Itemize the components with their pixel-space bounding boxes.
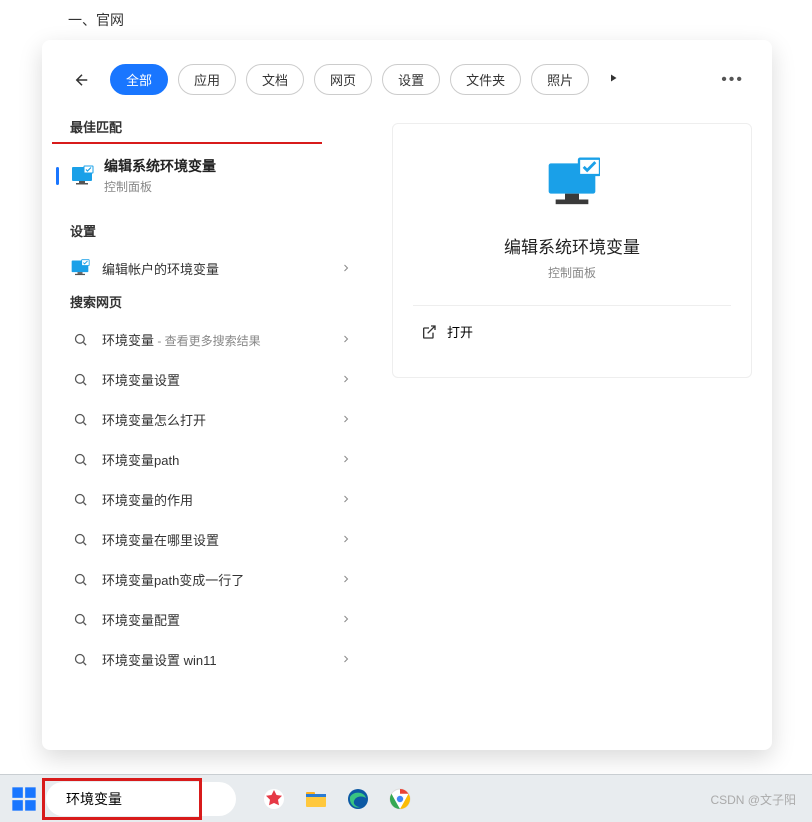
- filter-tabs-row: 全部 应用 文档 网页 设置 文件夹 照片 •••: [42, 40, 772, 113]
- open-external-icon: [421, 324, 437, 340]
- monitor-icon: [70, 164, 94, 188]
- web-item-label: 环境变量设置 win11: [102, 650, 340, 669]
- search-results-panel: 全部 应用 文档 网页 设置 文件夹 照片 ••• 最佳匹配 编辑系统环境变量 …: [42, 40, 772, 750]
- web-search-item[interactable]: 环境变量 - 查看更多搜索结果: [42, 319, 372, 359]
- chevron-right-icon: [340, 493, 352, 505]
- web-item-label: 环境变量在哪里设置: [102, 530, 340, 549]
- taskbar-pinned-apps: [262, 787, 412, 811]
- detail-card: 编辑系统环境变量 控制面板 打开: [392, 123, 752, 378]
- taskbar: CSDN @文子阳: [0, 774, 812, 822]
- taskbar-search-box[interactable]: [46, 782, 236, 816]
- web-search-item[interactable]: 环境变量在哪里设置: [42, 519, 372, 559]
- web-search-item[interactable]: 环境变量配置: [42, 599, 372, 639]
- settings-item[interactable]: 编辑帐户的环境变量: [42, 248, 372, 288]
- detail-column: 编辑系统环境变量 控制面板 打开: [372, 113, 772, 751]
- section-best-match: 最佳匹配: [42, 113, 372, 144]
- arrow-left-icon: [73, 71, 91, 89]
- settings-item-label: 编辑帐户的环境变量: [102, 259, 340, 278]
- ellipsis-icon: •••: [721, 71, 744, 88]
- chevron-right-icon: [340, 262, 352, 274]
- more-filters-button[interactable]: [607, 71, 619, 89]
- search-icon: [73, 612, 88, 627]
- search-icon: [73, 492, 88, 507]
- tab-folders[interactable]: 文件夹: [450, 64, 521, 95]
- chevron-right-icon: [340, 373, 352, 385]
- open-action[interactable]: 打开: [413, 306, 731, 357]
- web-item-label: 环境变量path: [102, 450, 340, 469]
- back-button[interactable]: [70, 68, 94, 92]
- web-item-label: 环境变量配置: [102, 610, 340, 629]
- web-search-item[interactable]: 环境变量path: [42, 439, 372, 479]
- tab-docs[interactable]: 文档: [246, 64, 304, 95]
- doc-heading: 一、官网: [68, 10, 124, 30]
- chevron-right-icon: [340, 613, 352, 625]
- chevron-right-icon: [340, 333, 352, 345]
- panel-body: 最佳匹配 编辑系统环境变量 控制面板 设置 编辑帐户的环境变量: [42, 113, 772, 751]
- overflow-menu-button[interactable]: •••: [721, 71, 744, 89]
- search-input[interactable]: [66, 791, 247, 807]
- tab-all[interactable]: 全部: [110, 64, 168, 95]
- section-settings: 设置: [42, 217, 372, 248]
- tab-photos[interactable]: 照片: [531, 64, 589, 95]
- search-icon: [73, 412, 88, 427]
- tab-settings[interactable]: 设置: [382, 64, 440, 95]
- best-match-title: 编辑系统环境变量: [104, 156, 216, 176]
- start-button[interactable]: [10, 785, 38, 813]
- search-icon: [73, 532, 88, 547]
- chevron-right-icon: [340, 533, 352, 545]
- web-item-label: 环境变量path变成一行了: [102, 570, 340, 589]
- chevron-right-icon: [340, 453, 352, 465]
- web-search-item[interactable]: 环境变量path变成一行了: [42, 559, 372, 599]
- search-icon: [73, 452, 88, 467]
- background-document: 一、官网: [0, 0, 812, 40]
- monitor-icon: [70, 258, 90, 278]
- web-search-item[interactable]: 环境变量设置 win11: [42, 639, 372, 679]
- play-icon: [607, 72, 619, 84]
- app-icon-red[interactable]: [262, 787, 286, 811]
- detail-subtitle: 控制面板: [413, 264, 731, 281]
- tab-apps[interactable]: 应用: [178, 64, 236, 95]
- web-item-label: 环境变量设置: [102, 370, 340, 389]
- chevron-right-icon: [340, 573, 352, 585]
- tab-web[interactable]: 网页: [314, 64, 372, 95]
- search-icon: [73, 372, 88, 387]
- search-icon: [73, 652, 88, 667]
- web-search-item[interactable]: 环境变量设置: [42, 359, 372, 399]
- edge-browser-icon[interactable]: [346, 787, 370, 811]
- web-item-label: 环境变量的作用: [102, 490, 340, 509]
- detail-title: 编辑系统环境变量: [413, 233, 731, 258]
- chevron-right-icon: [340, 653, 352, 665]
- watermark: CSDN @文子阳: [710, 791, 796, 808]
- web-item-label: 环境变量怎么打开: [102, 410, 340, 429]
- best-match-subtitle: 控制面板: [104, 178, 216, 195]
- monitor-icon: [544, 154, 600, 210]
- chevron-right-icon: [340, 413, 352, 425]
- results-column: 最佳匹配 编辑系统环境变量 控制面板 设置 编辑帐户的环境变量: [42, 113, 372, 751]
- section-search-web: 搜索网页: [42, 288, 372, 319]
- web-search-item[interactable]: 环境变量怎么打开: [42, 399, 372, 439]
- chrome-browser-icon[interactable]: [388, 787, 412, 811]
- file-explorer-icon[interactable]: [304, 787, 328, 811]
- web-search-item[interactable]: 环境变量的作用: [42, 479, 372, 519]
- search-icon: [73, 572, 88, 587]
- search-icon: [73, 332, 88, 347]
- open-label: 打开: [447, 322, 473, 341]
- best-match-result[interactable]: 编辑系统环境变量 控制面板: [42, 144, 372, 207]
- web-item-label: 环境变量 - 查看更多搜索结果: [102, 330, 340, 349]
